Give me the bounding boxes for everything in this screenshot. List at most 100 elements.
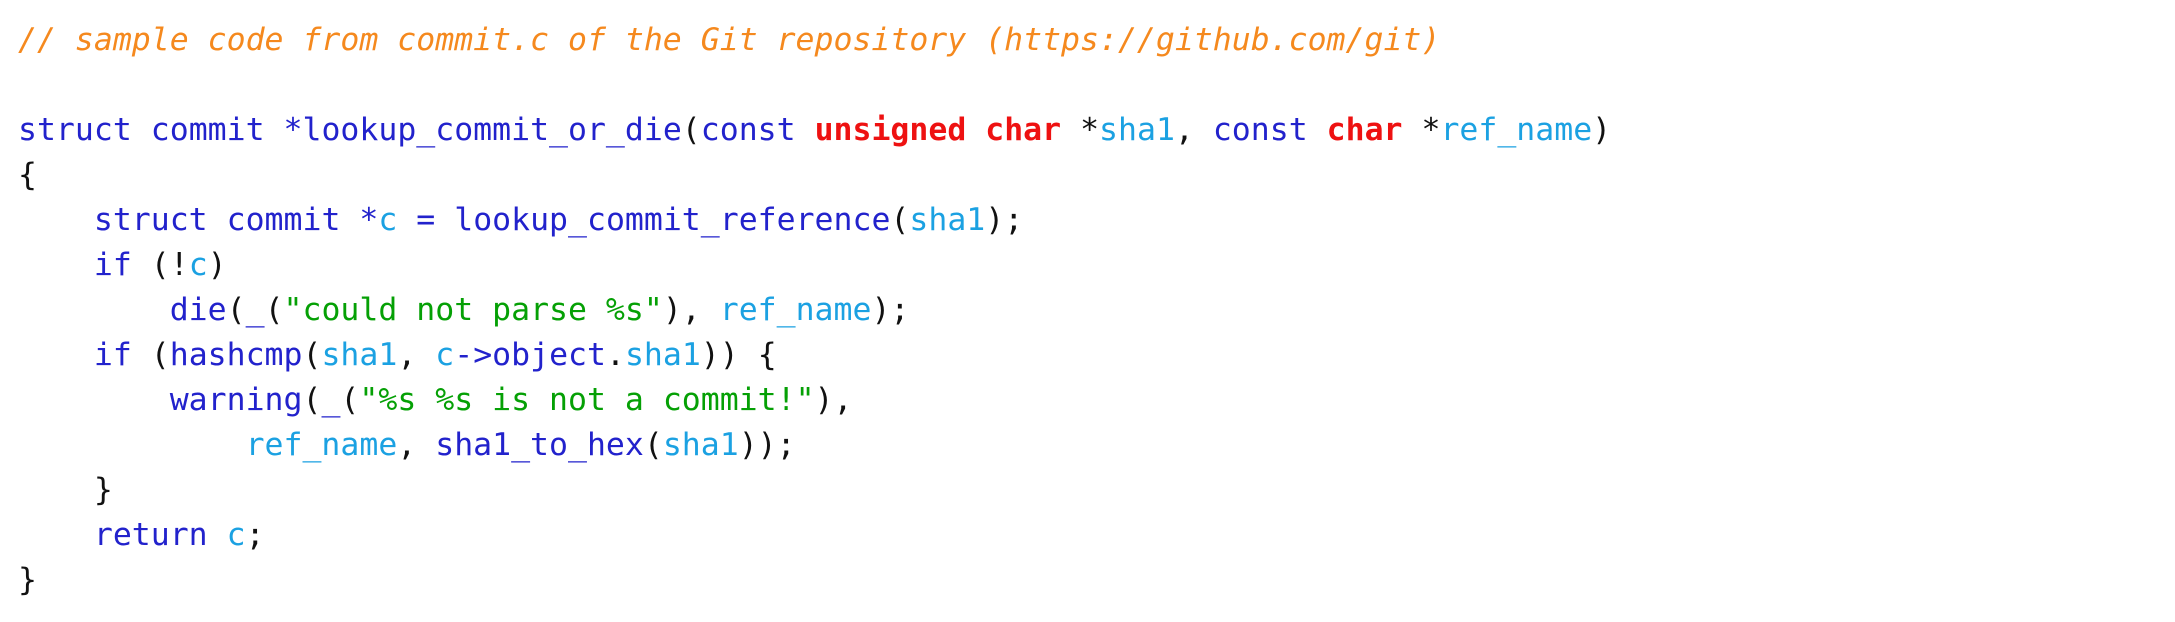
code-token-plain: (: [302, 382, 322, 418]
code-token-keyword: commit: [226, 202, 341, 238]
code-token-op: =: [416, 202, 436, 238]
code-token-identifier: c: [378, 202, 398, 238]
code-line: // sample code from commit.c of the Git …: [18, 18, 2175, 63]
code-token-identifier: c: [435, 337, 455, 373]
code-token-plain: ,: [1174, 112, 1213, 148]
code-token-plain: (: [302, 337, 322, 373]
code-token-identifier: sha1: [321, 337, 398, 373]
code-token-plain: )) {: [700, 337, 777, 373]
code-token-func: sha1_to_hex: [435, 427, 644, 463]
code-token-keyword: struct: [93, 202, 208, 238]
code-token-plain: *: [1080, 112, 1100, 148]
code-token-plain: ),: [662, 292, 720, 328]
code-token-plain: {: [18, 157, 37, 193]
code-token-identifier: sha1: [1099, 112, 1175, 148]
code-token-plain: (: [226, 292, 246, 328]
code-line: }: [18, 558, 2175, 603]
code-token-identifier: sha1: [909, 202, 986, 238]
code-token-type: unsigned char: [814, 112, 1062, 148]
code-token-keyword: const: [1212, 112, 1308, 148]
code-token-keyword: struct: [18, 112, 132, 148]
code-token-plain: (: [643, 427, 663, 463]
code-token-op: *: [283, 112, 303, 148]
code-line: if (hashcmp(sha1, c->object.sha1)) {: [18, 333, 2175, 378]
code-line: struct commit *lookup_commit_or_die(cons…: [18, 108, 2175, 153]
code-token-func: lookup_commit_reference: [454, 202, 891, 238]
code-line: warning(_("%s %s is not a commit!"),: [18, 378, 2175, 423]
code-token-plain: *: [1421, 112, 1441, 148]
code-token-func: _: [321, 382, 341, 418]
code-token-plain: ,: [397, 427, 436, 463]
code-token-plain: }: [93, 472, 113, 508]
code-token-plain: (: [131, 337, 170, 373]
code-line: }: [18, 468, 2175, 513]
code-token-plain: );: [871, 292, 910, 328]
code-line: {: [18, 153, 2175, 198]
code-listing[interactable]: // sample code from commit.c of the Git …: [0, 0, 2175, 622]
code-token-type: char: [1326, 112, 1403, 148]
code-line: if (!c): [18, 243, 2175, 288]
code-token-plain: ));: [738, 427, 796, 463]
code-token-plain: (: [890, 202, 910, 238]
code-token-plain: (!: [131, 247, 189, 283]
code-token-identifier: sha1: [662, 427, 739, 463]
code-token-op: *: [359, 202, 379, 238]
code-token-op: ->: [454, 337, 493, 373]
code-token-plain: ): [207, 247, 227, 283]
code-token-plain: );: [985, 202, 1024, 238]
code-token-plain: (: [264, 292, 284, 328]
code-token-identifier: ref_name: [719, 292, 872, 328]
code-token-plain: (: [681, 112, 701, 148]
code-token-func: object: [492, 337, 606, 373]
code-token-identifier: ref_name: [1440, 112, 1593, 148]
code-token-plain: ,: [397, 337, 436, 373]
code-token-comment: // sample code from commit.c of the Git …: [18, 22, 1441, 58]
code-token-plain: ),: [814, 382, 853, 418]
code-token-plain: (: [340, 382, 360, 418]
code-token-keyword: if: [93, 337, 132, 373]
code-token-func: die: [169, 292, 227, 328]
code-token-func: _: [245, 292, 265, 328]
code-line: ref_name, sha1_to_hex(sha1));: [18, 423, 2175, 468]
code-token-func: hashcmp: [169, 337, 303, 373]
code-token-identifier: ref_name: [245, 427, 398, 463]
code-token-plain: }: [18, 562, 37, 598]
code-line: struct commit *c = lookup_commit_referen…: [18, 198, 2175, 243]
code-token-keyword: return: [93, 517, 208, 553]
code-token-keyword: const: [700, 112, 796, 148]
code-token-keyword: commit: [150, 112, 265, 148]
code-line: die(_("could not parse %s"), ref_name);: [18, 288, 2175, 333]
code-line: return c;: [18, 513, 2175, 558]
code-token-identifier: c: [226, 517, 246, 553]
code-token-func: lookup_commit_or_die: [302, 112, 682, 148]
code-token-plain: .: [605, 337, 625, 373]
code-token-keyword: if: [93, 247, 132, 283]
code-token-identifier: sha1: [624, 337, 701, 373]
code-token-string: "%s %s is not a commit!": [359, 382, 815, 418]
code-token-string: "could not parse %s": [283, 292, 663, 328]
code-token-identifier: c: [188, 247, 208, 283]
code-token-func: warning: [169, 382, 303, 418]
code-token-plain: ;: [245, 517, 265, 553]
code-token-plain: ): [1592, 112, 1612, 148]
